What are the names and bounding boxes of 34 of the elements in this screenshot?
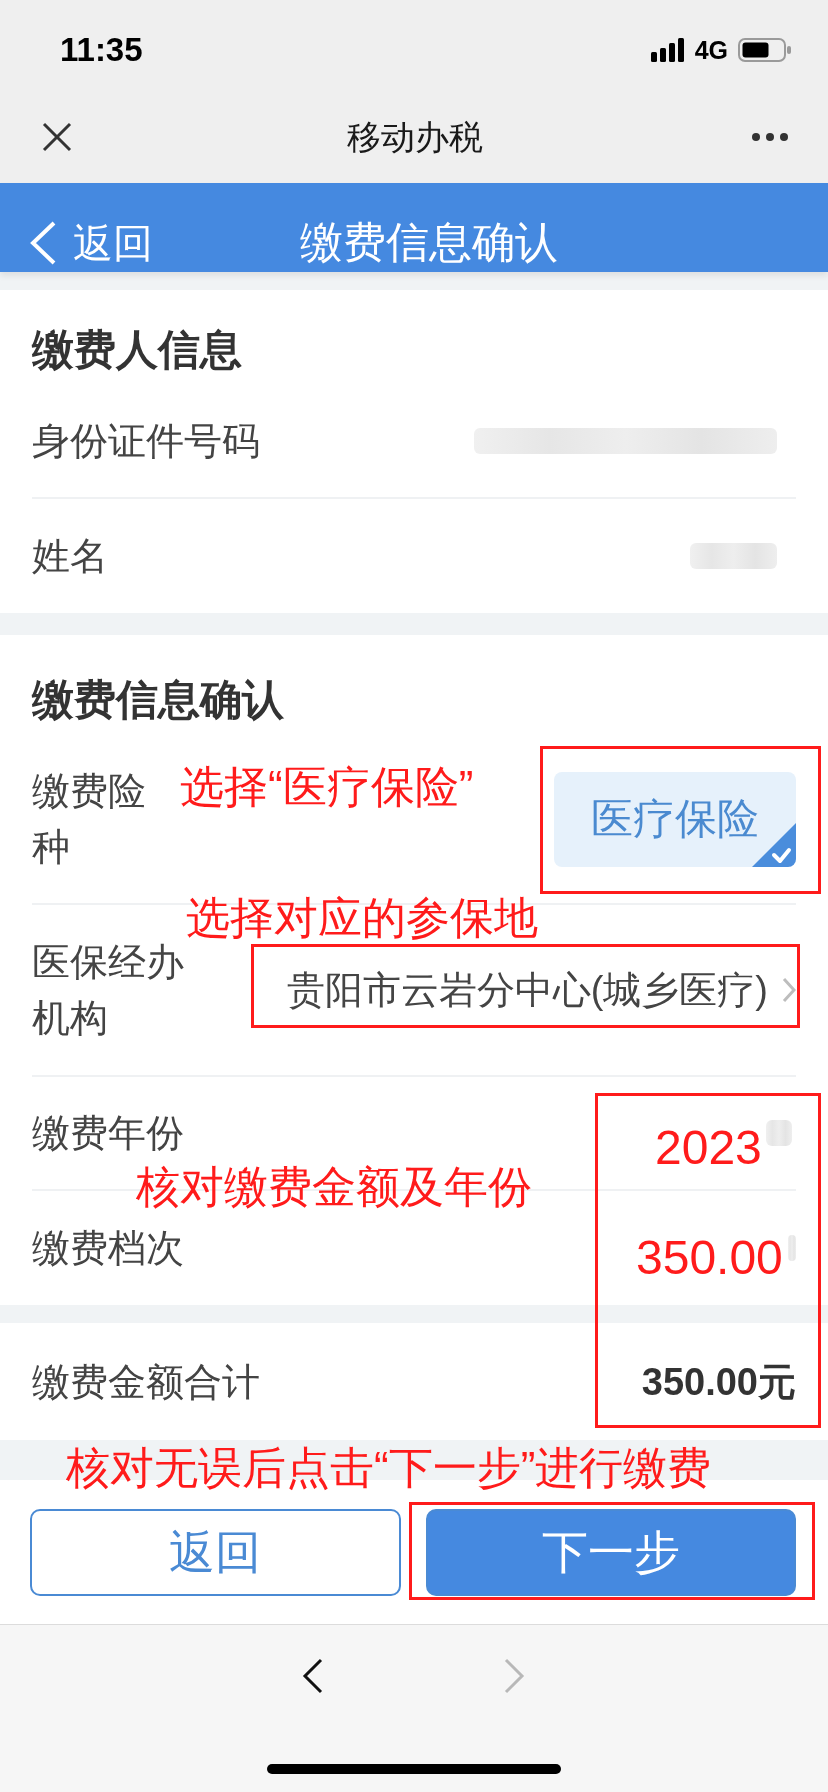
return-button[interactable]: 返回 — [30, 1509, 401, 1596]
field-label: 医保经办机构 — [32, 940, 185, 1041]
field-label: 身份证件号码 — [32, 419, 260, 464]
battery-icon — [738, 38, 792, 62]
more-icon[interactable] — [752, 132, 788, 141]
close-icon[interactable] — [42, 121, 72, 152]
section-heading: 缴费人信息 — [32, 325, 243, 375]
field-label: 缴费年份 — [32, 1111, 184, 1156]
field-label: 缴费档次 — [32, 1226, 184, 1271]
field-label: 缴费金额合计 — [32, 1359, 260, 1405]
page-title: 缴费信息确认 — [299, 217, 558, 268]
total-amount: 350.00元 — [641, 1359, 796, 1405]
annotation-text: 选择“医疗保险” — [180, 765, 474, 809]
back-button[interactable]: 返回 — [29, 218, 153, 268]
next-button[interactable]: 下一步 — [425, 1509, 796, 1596]
institution-select[interactable]: 贵阳市云岩分中心(城乡医疗) — [286, 966, 796, 1014]
field-label: 缴费险种 — [32, 769, 147, 870]
chevron-left-icon[interactable] — [301, 1658, 324, 1694]
annotation-text: 350.00 — [636, 1234, 783, 1282]
annotation-text: 选择对应的参保地 — [186, 896, 538, 940]
blurred-value — [788, 1235, 796, 1261]
app-title: 移动办税 — [347, 116, 483, 157]
status-time: 11:35 — [60, 32, 143, 68]
chevron-right-icon — [782, 977, 796, 1003]
chevron-left-icon — [29, 221, 57, 265]
section-heading: 缴费信息确认 — [32, 675, 285, 725]
annotation-text: 核对缴费金额及年份 — [136, 1165, 532, 1209]
blurred-value — [766, 1120, 792, 1146]
signal-icon — [650, 38, 685, 62]
option-chip[interactable]: 医疗保险 — [554, 771, 796, 867]
network-label: 4G — [694, 36, 728, 64]
annotation-text: 2023 — [655, 1124, 762, 1172]
annotation-text: 核对无误后点击“下一步”进行缴费 — [66, 1446, 712, 1490]
field-label: 姓名 — [32, 534, 108, 579]
